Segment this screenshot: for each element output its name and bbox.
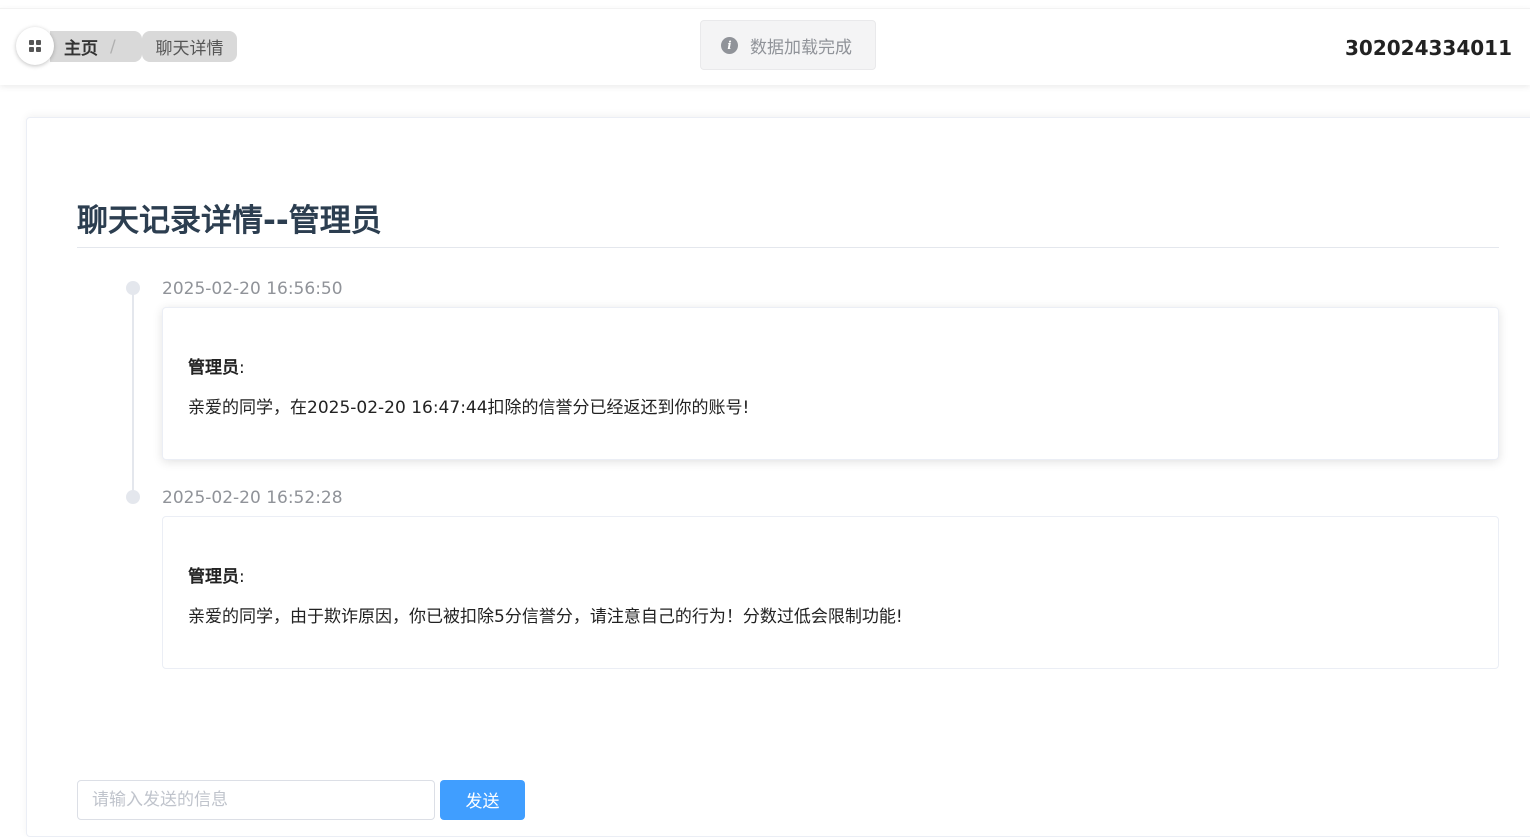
message-timestamp: 2025-02-20 16:52:28 xyxy=(162,488,343,508)
message-sender: 管理员: xyxy=(188,353,245,378)
message-card: 管理员: 亲爱的同学，在2025-02-20 16:47:44扣除的信誉分已经返… xyxy=(162,307,1499,460)
page-title: 聊天记录详情--管理员 xyxy=(77,203,382,239)
sender-name: 管理员 xyxy=(188,567,239,587)
top-bar: 主页 / 聊天详情 i 数据加载完成 302024334011 xyxy=(0,8,1530,85)
info-icon: i xyxy=(721,36,738,54)
timeline-dot xyxy=(126,281,140,295)
send-button[interactable]: 发送 xyxy=(440,780,525,820)
breadcrumb-home-label: 主页 xyxy=(64,39,98,59)
title-divider xyxy=(77,247,1499,248)
user-id[interactable]: 302024334011 xyxy=(1345,36,1512,60)
grid-icon xyxy=(29,40,41,52)
toast-message: i 数据加载完成 xyxy=(700,20,876,70)
message-card: 管理员: 亲爱的同学，由于欺诈原因，你已被扣除5分信誉分，请注意自己的行为！分数… xyxy=(162,516,1499,669)
timeline-dot xyxy=(126,490,140,504)
sender-colon: : xyxy=(239,358,245,378)
timeline-line xyxy=(132,292,134,497)
breadcrumb-current-label: 聊天详情 xyxy=(155,39,224,59)
toast-text: 数据加载完成 xyxy=(750,37,852,58)
breadcrumb-home[interactable]: 主页 / xyxy=(50,31,142,62)
menu-toggle-button[interactable] xyxy=(16,27,54,65)
message-sender: 管理员: xyxy=(188,562,245,587)
sender-name: 管理员 xyxy=(188,358,239,378)
breadcrumb-current[interactable]: 聊天详情 xyxy=(142,31,237,62)
breadcrumb-separator: / xyxy=(110,36,116,57)
message-text: 亲爱的同学，在2025-02-20 16:47:44扣除的信誉分已经返还到你的账… xyxy=(188,398,750,418)
message-text: 亲爱的同学，由于欺诈原因，你已被扣除5分信誉分，请注意自己的行为！分数过低会限制… xyxy=(188,607,903,627)
message-timestamp: 2025-02-20 16:56:50 xyxy=(162,279,343,299)
message-input[interactable] xyxy=(77,780,435,820)
sender-colon: : xyxy=(239,567,245,587)
